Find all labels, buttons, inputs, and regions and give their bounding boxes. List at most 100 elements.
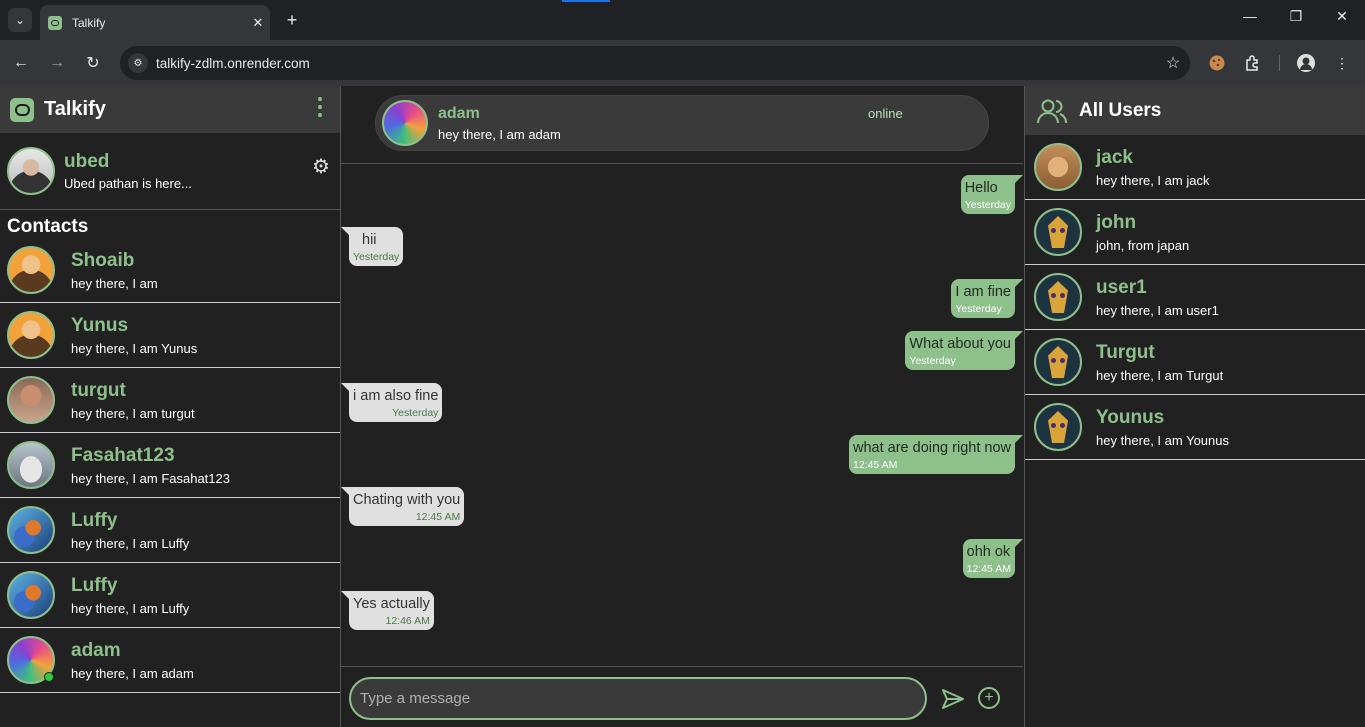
contact-name: adam [71,639,121,661]
browser-tab[interactable]: Talkify ✕ [40,5,270,40]
message-time: 12:46 AM [385,615,430,627]
avatar [7,147,55,195]
user-name: Turgut [1096,341,1155,363]
browser-tabbar: ⌄ Talkify ✕ + — ❐ ✕ [0,0,1365,40]
contact-item[interactable]: Yunus hey there, I am Yunus [0,303,340,368]
maximize-button[interactable]: ❐ [1281,8,1311,25]
chat-header: adam hey there, I am adam online [341,86,1023,164]
reload-button[interactable]: ↻ [81,51,105,75]
contact-item[interactable]: turgut hey there, I am turgut [0,368,340,433]
avatar [1034,403,1082,451]
message-time: Yesterday [392,407,439,419]
user-item[interactable]: jack hey there, I am jack [1025,135,1365,200]
message-text: I am fine [955,284,1011,300]
avatar [1034,143,1082,191]
message-input[interactable] [349,677,927,720]
user-status: john, from japan [1096,237,1190,253]
tab-search-button[interactable]: ⌄ [8,8,32,32]
message-time: 12:45 AM [853,459,898,471]
contact-status: hey there, I am [71,275,158,291]
all-users-panel: All Users jack hey there, I am jack john j… [1024,86,1365,727]
my-status: Ubed pathan is here... [64,176,192,191]
contact-name: Luffy [71,509,118,531]
outgoing-message: Hello Yesterday [960,175,1024,214]
browser-menu-icon[interactable]: ⋮ [1331,52,1353,74]
contact-status: hey there, I am adam [71,665,194,681]
outgoing-message: what are doing right now 12:45 AM [849,435,1023,474]
avatar [7,506,55,554]
contacts-heading: Contacts [7,216,89,237]
profile-avatar-icon[interactable] [1295,52,1317,74]
contact-status: hey there, I am turgut [71,405,195,421]
app-title: Talkify [44,98,106,120]
message-list: Hello Yesterday hii Yesterday I am fine … [340,165,1024,666]
address-bar: ← → ↻ ⚙ talkify-zdlm.onrender.com ☆ ⋮ [0,40,1365,86]
message-text: Yes actually [353,596,430,612]
message-time: Yesterday [353,251,400,263]
add-attachment-icon[interactable]: + [978,687,1000,709]
chat-logo-icon [10,97,34,122]
contact-item-active[interactable]: adam hey there, I am adam [0,628,340,693]
site-info-icon[interactable]: ⚙ [128,53,148,73]
message-text: what are doing right now [853,440,1011,456]
my-name: ubed [64,151,110,172]
user-name: user1 [1096,276,1147,298]
forward-button[interactable]: → [45,51,69,75]
my-profile[interactable]: ubed Ubed pathan is here... ⚙ [0,133,340,210]
contact-item[interactable]: Fasahat123 hey there, I am Fasahat123 [0,433,340,498]
user-item[interactable]: Turgut hey there, I am Turgut [1025,330,1365,395]
chat-panel: adam hey there, I am adam online Hello Y… [340,86,1024,727]
outgoing-message: ohh ok 12:45 AM [962,539,1024,578]
avatar [1034,338,1082,386]
message-time: Yesterday [964,199,1011,211]
avatar [7,571,55,619]
contact-name: Fasahat123 [71,444,175,466]
more-options-icon[interactable] [318,97,324,117]
avatar [382,100,428,146]
message-text: i am also fine [353,388,439,404]
toolbar-divider [1279,55,1280,71]
online-indicator [44,672,54,682]
message-text: ohh ok [966,544,1011,560]
user-status: hey there, I am Turgut [1096,367,1224,383]
online-status: online [868,106,903,121]
avatar [1034,273,1082,321]
chat-partner-name: adam [438,104,480,122]
outgoing-message: I am fine Yesterday [951,279,1023,318]
left-sidebar: Talkify ubed Ubed pathan is here... ⚙ Co… [0,86,341,727]
avatar [1034,208,1082,256]
chat-partner-card[interactable]: adam hey there, I am adam online [375,95,989,151]
close-window-button[interactable]: ✕ [1327,8,1357,25]
message-text: Hello [964,180,998,196]
user-status: hey there, I am user1 [1096,302,1219,318]
all-users-title: All Users [1079,99,1162,121]
contact-item[interactable]: Shoaib hey there, I am [0,238,340,303]
omnibox[interactable]: ⚙ talkify-zdlm.onrender.com ☆ [120,46,1190,80]
users-icon [1037,98,1067,124]
talkify-favicon-icon [48,15,62,30]
contact-name: Yunus [71,314,129,336]
message-time: 12:45 AM [966,563,1011,575]
back-button[interactable]: ← [9,51,33,75]
bookmark-star-icon[interactable]: ☆ [1156,53,1190,73]
user-item[interactable]: john john, from japan [1025,200,1365,265]
cookie-extension-icon[interactable] [1206,52,1228,74]
contact-item[interactable]: Luffy hey there, I am Luffy [0,563,340,628]
minimize-button[interactable]: — [1235,8,1265,24]
send-icon[interactable] [941,687,965,711]
extensions-puzzle-icon[interactable] [1242,52,1264,74]
url-text[interactable]: talkify-zdlm.onrender.com [156,56,1156,71]
contact-item[interactable]: Luffy hey there, I am Luffy [0,498,340,563]
tab-close-icon[interactable]: ✕ [246,15,270,31]
user-item[interactable]: user1 hey there, I am user1 [1025,265,1365,330]
incoming-message: i am also fine Yesterday [340,383,443,422]
avatar [7,246,55,294]
user-item[interactable]: Younus hey there, I am Younus [1025,395,1365,460]
message-text: Chating with you [353,492,461,508]
user-name: Younus [1096,406,1165,428]
new-tab-button[interactable]: + [280,8,304,32]
incoming-message: hii Yesterday [340,227,404,266]
contact-status: hey there, I am Luffy [71,600,190,616]
chat-partner-bio: hey there, I am adam [438,126,561,142]
settings-gear-icon[interactable]: ⚙ [310,155,332,178]
